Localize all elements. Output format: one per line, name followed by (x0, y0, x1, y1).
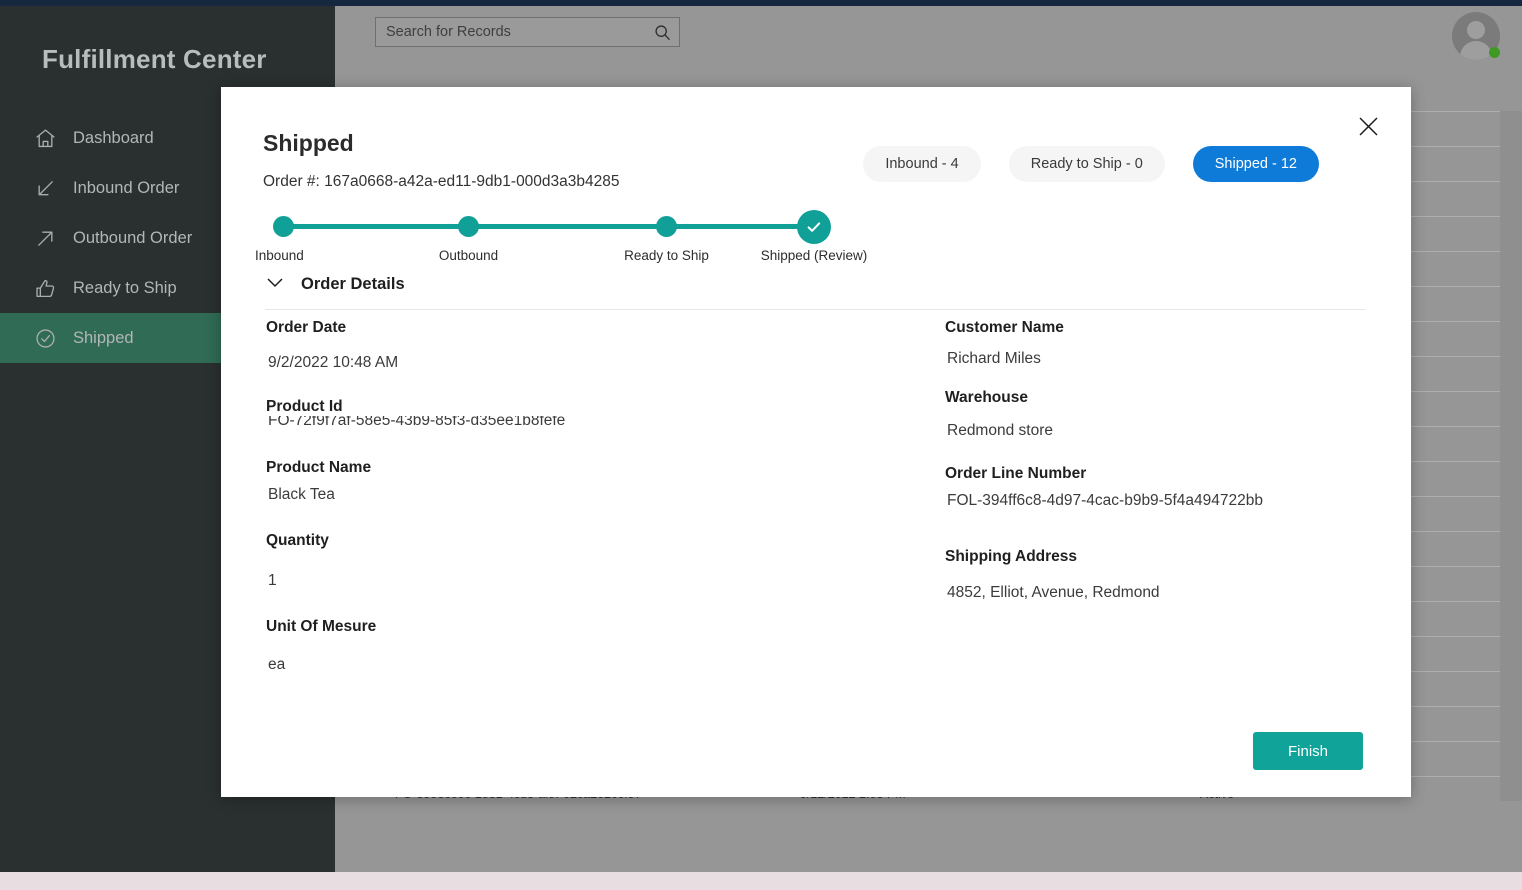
pill-ready-to-ship-0[interactable]: Ready to Ship - 0 (1008, 146, 1165, 182)
status-filter-pills: Inbound - 4 Ready to Ship - 0 Shipped - 12 (863, 146, 1319, 182)
stepper-step-shipped-review[interactable]: Shipped (Review) (761, 210, 867, 263)
field-shipping-address: Shipping Address 4852, Elliot, Avenue, Re… (945, 548, 1385, 602)
search-input[interactable] (376, 24, 645, 40)
field-label: Shipping Address (945, 548, 1078, 565)
arrow-up-right-icon (26, 227, 64, 250)
pill-shipped-12[interactable]: Shipped - 12 (1192, 146, 1319, 182)
check-circle-icon (26, 327, 64, 350)
topbar (335, 6, 1522, 68)
field-value: 1 (268, 572, 277, 589)
details-left-column: Order Date 9/2/2022 10:48 AM Product Id FO-… (266, 319, 906, 674)
details-right-column: Customer Name Richard Miles Warehouse Redmo… (945, 319, 1385, 602)
stepper-step-label: Shipped (Review) (760, 248, 868, 263)
field-customer-name: Customer Name Richard Miles (945, 319, 1385, 368)
sidebar-item-label: Ready to Ship (73, 278, 177, 297)
chevron-down-icon (265, 276, 285, 294)
field-value: Redmond store (947, 422, 1053, 439)
field-label: Quantity (266, 532, 329, 549)
field-label: Order Date (266, 319, 347, 336)
field-label: Product Id (266, 398, 343, 415)
order-details-label: Order Details (301, 275, 405, 293)
stepper-step-inbound[interactable]: Inbound (255, 210, 304, 263)
stepper-dot-icon (273, 216, 294, 237)
sidebar-item-label: Shipped (73, 328, 134, 347)
field-value: FO-72f9f7af-58e5-43b9-85f3-d35ee1b8fefe (268, 416, 566, 429)
close-icon[interactable] (1351, 109, 1385, 143)
field-unit-of-mesure: Unit Of Mesure ea (266, 618, 906, 674)
search-icon[interactable] (645, 18, 679, 46)
field-value: 4852, Elliot, Avenue, Redmond (947, 584, 1160, 601)
field-order-line-number: Order Line Number FOL-394ff6c8-4d97-4cac-… (945, 465, 1385, 510)
app-brand: Fulfillment Center (42, 44, 267, 74)
thumbs-up-icon (26, 277, 64, 300)
sidebar-item-label: Dashboard (73, 128, 154, 147)
finish-button[interactable]: Finish (1253, 732, 1363, 770)
sidebar-item-label: Outbound Order (73, 228, 193, 247)
stepper-step-label: Ready to Ship (624, 248, 709, 263)
section-divider (265, 309, 1365, 310)
app-root: Fulfillment Center Dashboard Inbound Orde… (0, 0, 1522, 890)
field-value: Richard Miles (947, 350, 1041, 367)
field-warehouse: Warehouse Redmond store (945, 389, 1385, 440)
stepper-step-label: Outbound (438, 248, 499, 263)
arrow-down-left-icon (26, 177, 64, 200)
shipped-order-dialog: Shipped Order #: 167a0668-a42a-ed11-9db1… (221, 87, 1411, 797)
presence-indicator-icon (1489, 47, 1500, 58)
field-label: Product Name (266, 459, 372, 476)
avatar-body-icon (1460, 41, 1492, 60)
field-label: Customer Name (945, 319, 1064, 336)
stepper-dot-icon (656, 216, 677, 237)
home-icon (26, 127, 64, 150)
stepper-track (281, 224, 815, 229)
table-side-column (1500, 111, 1522, 801)
stepper-step-outbound[interactable]: Outbound (439, 210, 498, 263)
field-label: Order Line Number (945, 465, 1087, 482)
field-product-name: Product Name Black Tea (266, 459, 906, 504)
field-value-clip: FO-72f9f7af-58e5-43b9-85f3-d35ee1b8fefe (266, 416, 906, 433)
field-quantity: Quantity 1 (266, 532, 906, 590)
field-value: 9/2/2022 10:48 AM (268, 354, 399, 371)
dialog-title: Shipped (263, 130, 354, 156)
pill-inbound-4[interactable]: Inbound - 4 (863, 146, 981, 182)
field-value: ea (268, 656, 286, 673)
field-product-id: Product Id FO-72f9f7af-58e5-43b9-85f3-d35… (266, 394, 906, 433)
stepper-step-ready-to-ship[interactable]: Ready to Ship (624, 210, 709, 263)
search-box[interactable] (375, 17, 680, 47)
order-number: Order #: 167a0668-a42a-ed11-9db1-000d3a3… (263, 173, 620, 190)
stepper-check-icon (797, 210, 831, 244)
field-label: Unit Of Mesure (266, 618, 377, 635)
field-value: FOL-394ff6c8-4d97-4cac-b9b9-5f4a494722bb (947, 492, 1263, 509)
field-order-date: Order Date 9/2/2022 10:48 AM (266, 319, 906, 372)
order-details-toggle[interactable]: Order Details (265, 275, 405, 294)
field-label: Warehouse (945, 389, 1028, 406)
sidebar-item-label: Inbound Order (73, 178, 180, 197)
avatar-head-icon (1467, 21, 1485, 39)
stepper-step-label: Inbound (255, 248, 304, 263)
field-value: Black Tea (268, 486, 335, 503)
order-progress-stepper: Inbound Outbound Ready to Ship Shipped (Rev… (255, 210, 867, 272)
stepper-dot-icon (458, 216, 479, 237)
